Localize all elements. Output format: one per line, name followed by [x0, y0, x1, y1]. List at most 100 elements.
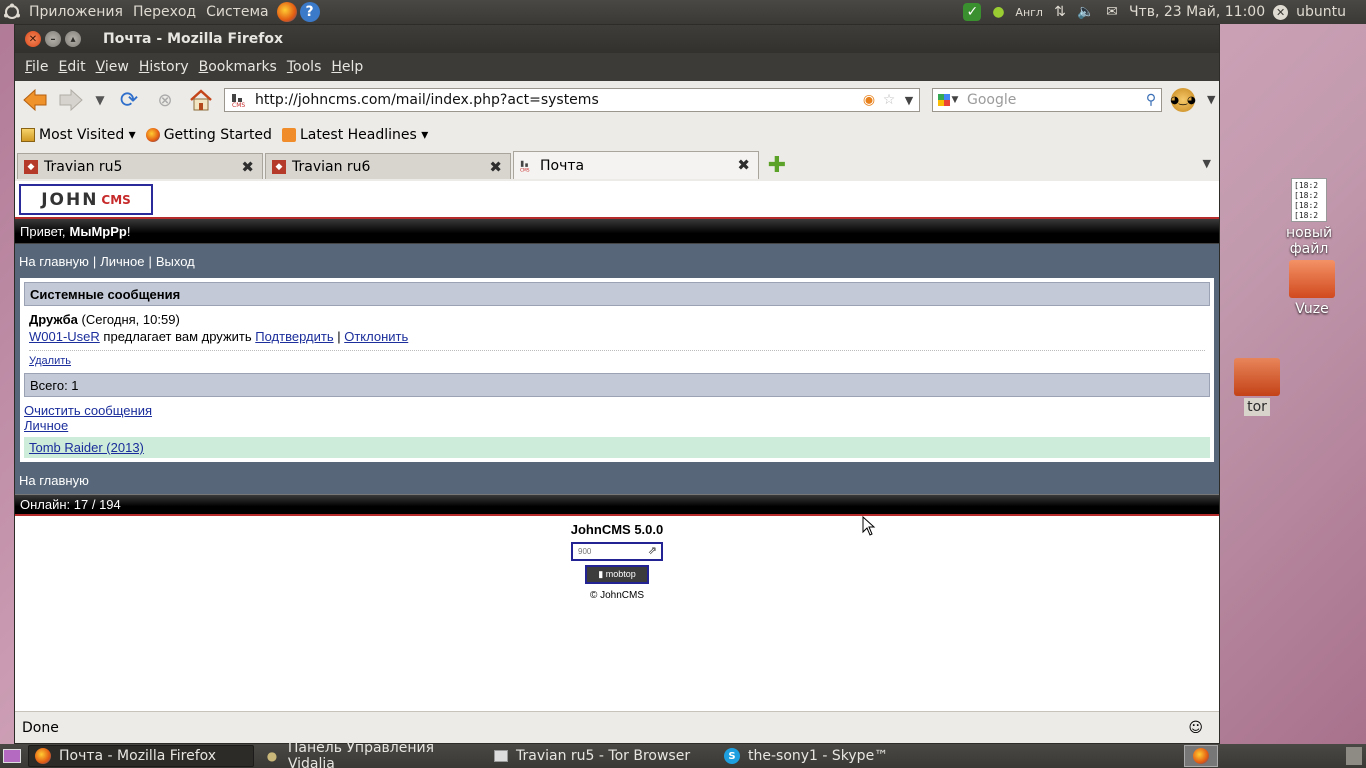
- nav-logout-link[interactable]: Выход: [156, 254, 195, 269]
- reload-button[interactable]: ⟳: [115, 86, 143, 114]
- bottom-home-link[interactable]: На главную: [15, 466, 1219, 494]
- menu-history[interactable]: History: [134, 59, 194, 75]
- mouse-cursor-icon: [862, 516, 876, 536]
- search-input[interactable]: [963, 92, 1141, 108]
- forward-button[interactable]: [57, 86, 85, 114]
- stop-button[interactable]: ⊗: [151, 86, 179, 114]
- network-icon[interactable]: ⇅: [1051, 3, 1069, 21]
- task-firefox[interactable]: Почта - Mozilla Firefox: [28, 745, 254, 767]
- history-dropdown-icon[interactable]: ▼: [93, 86, 107, 114]
- clear-messages-link[interactable]: Очистить сообщения: [24, 403, 1210, 418]
- search-bar[interactable]: ▼ ⚲: [932, 88, 1162, 112]
- new-tab-button[interactable]: ✚: [765, 153, 789, 178]
- help-launcher-icon[interactable]: ?: [299, 2, 320, 22]
- window-minimize-button[interactable]: –: [45, 31, 61, 47]
- window-close-button[interactable]: ✕: [25, 31, 41, 47]
- nav-home-link[interactable]: На главную: [19, 254, 89, 269]
- rss-feed-icon[interactable]: ◉: [859, 92, 879, 108]
- window-titlebar[interactable]: ✕ – ▴ Почта - Mozilla Firefox: [15, 25, 1219, 53]
- main-body: Системные сообщения Дружба (Сегодня, 10:…: [15, 278, 1219, 466]
- home-button[interactable]: [187, 86, 215, 114]
- menu-places[interactable]: Переход: [128, 4, 201, 20]
- onion-tray-icon[interactable]: ●: [989, 3, 1007, 21]
- chart-icon: ▮: [598, 569, 604, 579]
- desktop-icon-vuze[interactable]: Vuze: [1276, 260, 1348, 318]
- task-skype[interactable]: S the-sony1 - Skype™: [718, 745, 944, 767]
- personal-link[interactable]: Личное: [24, 418, 1210, 433]
- johncms-logo[interactable]: JOHN CMS: [19, 184, 153, 215]
- skype-icon: S: [724, 748, 740, 764]
- clock[interactable]: Чтв, 23 Май, 11:00: [1129, 4, 1265, 20]
- toolbar-overflow-icon[interactable]: ▼: [1207, 93, 1215, 106]
- bookmark-latest-headlines[interactable]: Latest Headlines ▾: [281, 127, 428, 143]
- menu-file[interactable]: File: [20, 59, 53, 75]
- mobtop-badge[interactable]: ▮ mobtop: [585, 565, 649, 584]
- cms-version: JohnCMS 5.0.0: [570, 522, 664, 537]
- folder-icon: [1289, 260, 1335, 298]
- task-vidalia[interactable]: ● Панель Управления Vidalia: [258, 740, 484, 768]
- bookmark-star-icon[interactable]: ☆: [879, 92, 899, 108]
- trash-icon[interactable]: [1346, 747, 1362, 765]
- bottom-panel: Почта - Mozilla Firefox ● Панель Управле…: [0, 740, 1366, 768]
- tab-close-icon[interactable]: ✖: [241, 158, 254, 176]
- system-message: Дружба (Сегодня, 10:59) W001-UseR предла…: [24, 306, 1210, 369]
- url-bar[interactable]: CMS ◉ ☆ ▼: [224, 88, 920, 112]
- bookmark-getting-started[interactable]: Getting Started: [145, 127, 272, 143]
- keyboard-layout-indicator[interactable]: Англ: [1015, 6, 1043, 19]
- checkmark-tray-icon[interactable]: ✓: [963, 3, 982, 21]
- list-all-tabs-icon[interactable]: ▼: [1203, 157, 1211, 170]
- section-title: Системные сообщения: [24, 282, 1210, 306]
- window-title: Почта - Mozilla Firefox: [103, 31, 283, 47]
- menu-bookmarks[interactable]: Bookmarks: [194, 59, 282, 75]
- menu-help[interactable]: Help: [326, 59, 368, 75]
- addon-monkey-icon[interactable]: ◕‿◕: [1170, 88, 1196, 112]
- menu-tools[interactable]: Tools: [282, 59, 327, 75]
- ubuntu-logo-icon[interactable]: [0, 0, 24, 24]
- desktop-icon-label: tor: [1244, 398, 1270, 416]
- firefox-icon: [1193, 748, 1209, 764]
- nav-personal-link[interactable]: Личное: [100, 254, 144, 269]
- tab-close-icon[interactable]: ✖: [489, 158, 502, 176]
- window-maximize-button[interactable]: ▴: [65, 31, 81, 47]
- desktop-icon-label: Vuze: [1295, 301, 1329, 317]
- firefox-launcher-icon[interactable]: [276, 2, 297, 22]
- menu-system[interactable]: Система: [201, 4, 273, 20]
- desktop-icon-tor[interactable]: tor: [1224, 358, 1290, 416]
- tab-mail[interactable]: CMS Почта ✖: [513, 151, 759, 179]
- total-count: Всего: 1: [24, 373, 1210, 397]
- tab-close-icon[interactable]: ✖: [737, 156, 750, 174]
- search-engine-selector[interactable]: ▼: [933, 94, 963, 106]
- mail-icon[interactable]: ✉: [1103, 3, 1121, 21]
- show-desktop-button[interactable]: [0, 744, 24, 768]
- status-text: Done: [22, 720, 59, 736]
- sender-link[interactable]: W001-UseR: [29, 329, 100, 344]
- decline-link[interactable]: Отклонить: [344, 329, 408, 344]
- message-type: Дружба: [29, 312, 78, 327]
- tab-travian-ru6[interactable]: ◆ Travian ru6 ✖: [265, 153, 511, 179]
- menubar: File Edit View History Bookmarks Tools H…: [15, 53, 1219, 81]
- back-button[interactable]: [21, 86, 49, 114]
- arrow-up-right-icon: ⇗: [647, 545, 657, 557]
- ad-link[interactable]: Tomb Raider (2013): [29, 440, 144, 455]
- tab-travian-ru5[interactable]: ◆ Travian ru5 ✖: [17, 153, 263, 179]
- firefox-window: ✕ – ▴ Почта - Mozilla Firefox File Edit …: [14, 24, 1220, 744]
- addon-status-icon[interactable]: ☺: [1188, 720, 1203, 736]
- session-icon[interactable]: ✕: [1273, 4, 1289, 20]
- url-dropdown-icon[interactable]: ▼: [899, 94, 919, 107]
- bookmark-most-visited[interactable]: Most Visited ▾: [21, 127, 136, 143]
- task-tor-browser[interactable]: Travian ru5 - Tor Browser: [488, 745, 714, 767]
- menu-view[interactable]: View: [91, 59, 134, 75]
- desktop-icon-new-file[interactable]: [18:2 [18:2 [18:2 [18:2 новый файл: [1264, 178, 1354, 258]
- workspace-switcher[interactable]: [1184, 745, 1218, 767]
- delete-link[interactable]: Удалить: [29, 350, 1205, 367]
- counter-badge[interactable]: 900 ⇗: [571, 542, 663, 561]
- user-menu[interactable]: ubuntu: [1296, 4, 1346, 20]
- confirm-link[interactable]: Подтвердить: [255, 329, 333, 344]
- menu-edit[interactable]: Edit: [53, 59, 90, 75]
- action-links: Очистить сообщения Личное: [24, 397, 1210, 437]
- search-icon[interactable]: ⚲: [1141, 92, 1161, 108]
- url-input[interactable]: [251, 92, 859, 108]
- volume-icon[interactable]: 🔈: [1077, 3, 1095, 21]
- menu-applications[interactable]: Приложения: [24, 4, 128, 20]
- folder-icon: [1234, 358, 1280, 396]
